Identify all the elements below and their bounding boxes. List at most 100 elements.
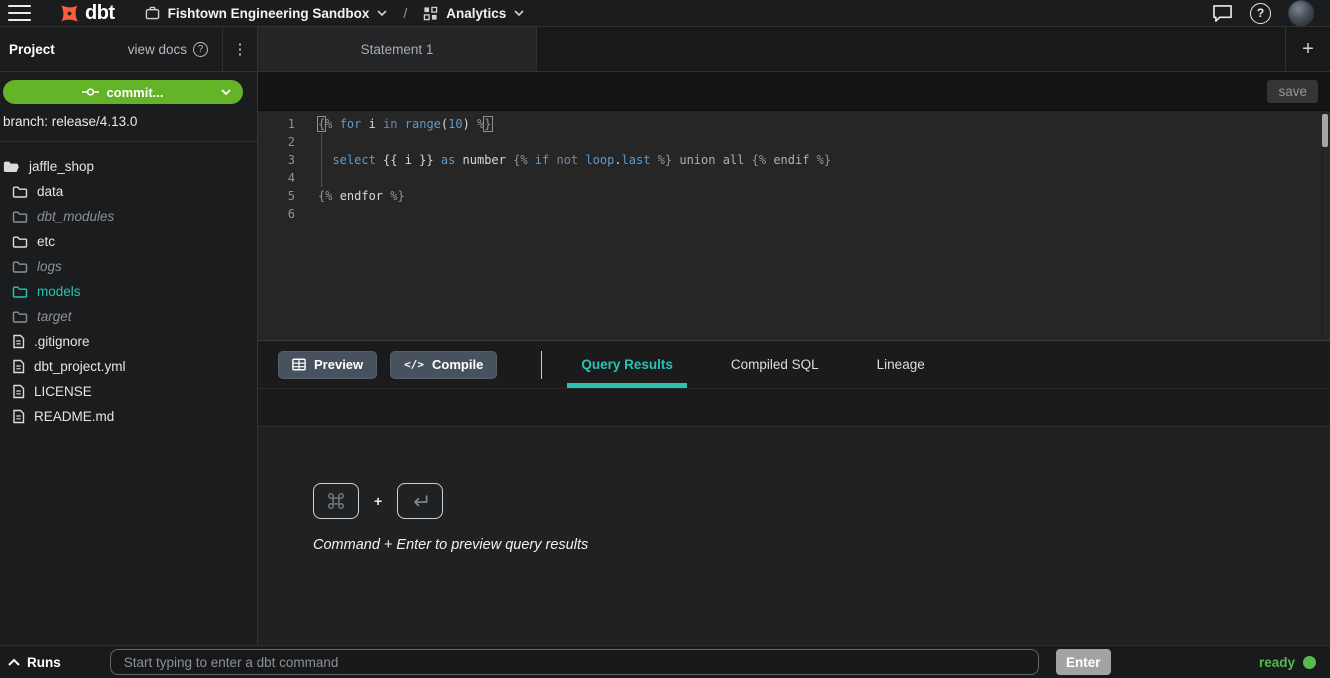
file-icon xyxy=(12,409,25,424)
hamburger-menu-icon[interactable] xyxy=(8,5,31,21)
editor-toolbar: save xyxy=(258,72,1330,111)
preview-button[interactable]: Preview xyxy=(278,351,377,379)
file-icon xyxy=(12,359,25,374)
line-number: 4 xyxy=(258,171,295,185)
tree-item-label: dbt_modules xyxy=(37,209,114,224)
tree-item-jaffle-shop[interactable]: jaffle_shop xyxy=(0,154,257,179)
compile-label: Compile xyxy=(432,357,483,372)
tree-item-readme-md[interactable]: README.md xyxy=(0,404,257,429)
runs-label: Runs xyxy=(27,655,61,670)
folder-icon xyxy=(3,160,20,174)
tab-label: Statement 1 xyxy=(361,42,434,57)
editor-panel: Statement 1 + save 1{% for i in range(10… xyxy=(258,27,1330,645)
tab-query-results[interactable]: Query Results xyxy=(567,341,687,388)
code-text: {% for i in range(10) %} xyxy=(295,117,492,131)
tree-item-dbt-modules[interactable]: dbt_modules xyxy=(0,204,257,229)
tree-item-label: target xyxy=(37,309,72,324)
tree-item-target[interactable]: target xyxy=(0,304,257,329)
editor-tabbar: Statement 1 + xyxy=(258,27,1330,72)
tree-item-label: LICENSE xyxy=(34,384,92,399)
chevron-up-icon xyxy=(8,658,20,666)
new-tab-button[interactable]: + xyxy=(1285,27,1330,71)
briefcase-icon xyxy=(145,6,160,20)
kebab-menu-icon[interactable]: ⋮ xyxy=(222,27,257,71)
enter-key xyxy=(397,483,443,519)
file-icon xyxy=(12,334,25,349)
compile-button[interactable]: </> Compile xyxy=(390,351,497,379)
scrollbar-thumb[interactable] xyxy=(1322,114,1328,147)
code-editor[interactable]: 1{% for i in range(10) %} 2 3 select {{ i … xyxy=(258,111,1330,341)
tree-item-data[interactable]: data xyxy=(0,179,257,204)
tab-label: Lineage xyxy=(877,357,925,372)
results-subheader xyxy=(258,388,1330,427)
tab-label: Compiled SQL xyxy=(731,357,819,372)
results-header: Preview </> Compile Query Results Compil… xyxy=(258,341,1330,388)
line-number: 5 xyxy=(258,189,295,203)
status-indicator: ready xyxy=(1259,655,1316,670)
code-line-2[interactable]: 2 xyxy=(258,133,1330,151)
toolbar-divider xyxy=(541,351,542,379)
tab-label: Query Results xyxy=(581,357,673,372)
tree-item-models[interactable]: models xyxy=(0,279,257,304)
commit-label: commit... xyxy=(106,85,163,100)
help-icon[interactable]: ? xyxy=(1250,3,1271,24)
enter-button[interactable]: Enter xyxy=(1056,649,1111,675)
dbt-logo-text: dbt xyxy=(85,2,115,25)
code-line-6[interactable]: 6 xyxy=(258,205,1330,223)
view-docs-link[interactable]: view docs ? xyxy=(128,42,208,57)
code-line-5[interactable]: 5{% endfor %} xyxy=(258,187,1330,205)
account-name[interactable]: Fishtown Engineering Sandbox xyxy=(168,6,370,21)
tree-item-label: .gitignore xyxy=(34,334,90,349)
chat-icon[interactable] xyxy=(1212,4,1233,23)
command-key xyxy=(313,483,359,519)
file-icon xyxy=(12,384,25,399)
tree-item-label: models xyxy=(37,284,81,299)
editor-scrollbar[interactable] xyxy=(1322,112,1329,338)
chevron-down-icon[interactable] xyxy=(377,10,387,16)
commit-button[interactable]: commit... xyxy=(3,80,243,104)
sidebar-header: Project view docs ? ⋮ xyxy=(0,27,257,72)
shortcut-keys: + xyxy=(313,483,1330,519)
indent-guide xyxy=(321,133,322,187)
view-docs-label: view docs xyxy=(128,42,187,57)
tree-item-etc[interactable]: etc xyxy=(0,229,257,254)
tree-item-label: data xyxy=(37,184,63,199)
tree-item-label: dbt_project.yml xyxy=(34,359,126,374)
project-name[interactable]: Analytics xyxy=(446,6,506,21)
breadcrumb-separator: / xyxy=(403,5,407,21)
chevron-down-icon xyxy=(221,89,231,95)
line-number: 3 xyxy=(258,153,295,167)
status-dot-icon xyxy=(1303,656,1316,669)
topbar-actions: ? xyxy=(1212,0,1314,26)
runs-toggle[interactable]: Runs xyxy=(8,655,61,670)
return-icon xyxy=(409,492,431,510)
preview-label: Preview xyxy=(314,357,363,372)
tree-item-label: logs xyxy=(37,259,62,274)
user-avatar[interactable] xyxy=(1288,0,1314,26)
code-line-3[interactable]: 3 select {{ i }} as number {% if not loo… xyxy=(258,151,1330,169)
sidebar: Project view docs ? ⋮ commit... branch: … xyxy=(0,27,258,645)
sidebar-title: Project xyxy=(9,42,55,57)
dbt-command-input[interactable] xyxy=(110,649,1039,675)
git-commit-icon xyxy=(82,87,99,97)
code-text: {% endfor %} xyxy=(295,189,405,203)
tree-item-license[interactable]: LICENSE xyxy=(0,379,257,404)
docs-help-icon: ? xyxy=(193,42,208,57)
status-label: ready xyxy=(1259,655,1295,670)
folder-icon xyxy=(12,310,28,324)
folder-icon xyxy=(12,185,28,199)
shortcut-hint: Command + Enter to preview query results xyxy=(313,537,1330,553)
code-line-4[interactable]: 4 xyxy=(258,169,1330,187)
tree-item--gitignore[interactable]: .gitignore xyxy=(0,329,257,354)
branch-label: branch: release/4.13.0 xyxy=(3,114,243,129)
results-body: + Command + Enter to preview query resul… xyxy=(258,427,1330,645)
tab-lineage[interactable]: Lineage xyxy=(863,341,939,388)
chevron-down-icon[interactable] xyxy=(514,10,524,16)
code-line-1[interactable]: 1{% for i in range(10) %} xyxy=(258,115,1330,133)
tree-item-logs[interactable]: logs xyxy=(0,254,257,279)
line-number: 2 xyxy=(258,135,295,149)
tab-compiled-sql[interactable]: Compiled SQL xyxy=(717,341,833,388)
save-button[interactable]: save xyxy=(1267,80,1318,103)
tree-item-dbt-project-yml[interactable]: dbt_project.yml xyxy=(0,354,257,379)
tab-statement-1[interactable]: Statement 1 xyxy=(258,27,537,71)
